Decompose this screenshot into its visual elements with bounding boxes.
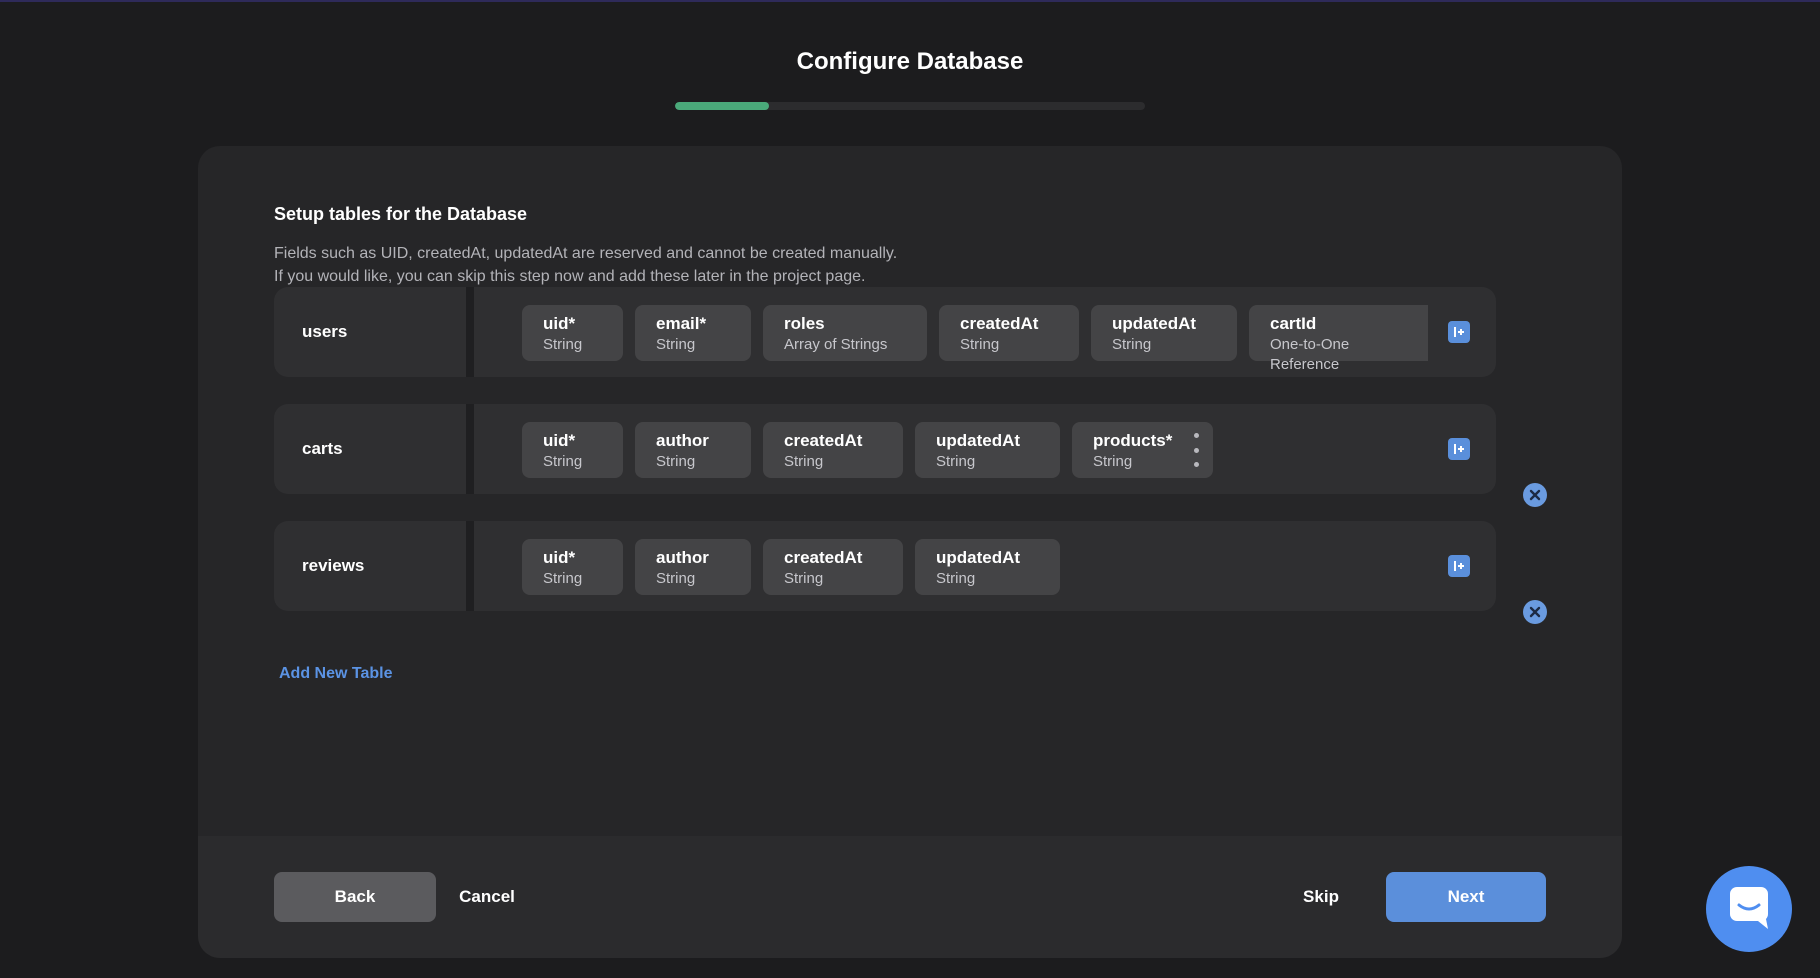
field-type: String (784, 570, 824, 587)
field-name: createdAt (960, 314, 1039, 333)
wizard-footer: Back Cancel Skip Next (198, 836, 1622, 958)
add-table-link[interactable]: Add New Table (279, 665, 393, 683)
field-type: String (936, 570, 976, 587)
field-name: cartId (1270, 314, 1317, 333)
field-chip[interactable]: updatedAt String (1091, 305, 1237, 361)
field-type: String (543, 453, 583, 470)
progress-bar (675, 102, 1145, 110)
field-chip[interactable]: updatedAt String (915, 539, 1060, 595)
field-name: uid* (543, 314, 576, 333)
description-line: If you would like, you can skip this ste… (274, 268, 866, 285)
add-column-icon[interactable] (1448, 321, 1470, 343)
field-name: createdAt (784, 431, 863, 450)
field-type: String (1112, 336, 1152, 353)
field-name: author (656, 548, 709, 567)
field-type: String (543, 336, 583, 353)
page-title: Configure Database (796, 48, 1024, 75)
section-title: Setup tables for the Database (274, 204, 528, 224)
field-name: roles (784, 314, 825, 333)
close-circle-icon[interactable] (1523, 600, 1547, 624)
field-chip[interactable]: uid* String (522, 305, 623, 361)
field-name: uid* (543, 548, 576, 567)
table-name[interactable]: carts (274, 404, 474, 494)
add-column-icon[interactable] (1448, 438, 1470, 460)
field-chip[interactable]: createdAt String (763, 539, 903, 595)
close-circle-icon[interactable] (1523, 483, 1547, 507)
field-chip[interactable]: products* String (1072, 422, 1213, 478)
field-chip[interactable]: updatedAt String (915, 422, 1060, 478)
setup-card: Setup tables for the Database Fields suc… (198, 146, 1622, 958)
field-type: String (936, 453, 976, 470)
field-chip[interactable]: uid* String (522, 422, 623, 478)
more-vertical-icon[interactable] (1193, 433, 1199, 467)
field-list: uid* String author String createdAt Stri… (522, 422, 1213, 478)
field-type: String (960, 336, 1000, 353)
field-type: String (656, 336, 696, 353)
add-column-icon[interactable] (1448, 555, 1470, 577)
chat-launcher-button[interactable] (1706, 866, 1792, 952)
field-chip[interactable]: author String (635, 422, 751, 478)
field-type: Array of Strings (784, 336, 888, 353)
field-name: updatedAt (936, 431, 1021, 450)
field-chip[interactable]: uid* String (522, 539, 623, 595)
section-description: Fields such as UID, createdAt, updatedAt… (274, 242, 897, 288)
field-chip[interactable]: author String (635, 539, 751, 595)
field-chip[interactable]: email* String (635, 305, 751, 361)
description-line: Fields such as UID, createdAt, updatedAt… (274, 245, 898, 262)
field-name: updatedAt (1112, 314, 1197, 333)
window-top-edge (0, 0, 1820, 2)
table-name[interactable]: reviews (274, 521, 474, 611)
table-row-users: users uid* String email* String roles Ar… (274, 287, 1496, 377)
next-button[interactable]: Next (1386, 872, 1546, 922)
field-type: String (543, 570, 583, 587)
field-chip[interactable]: roles Array of Strings (763, 305, 927, 361)
field-chip[interactable]: createdAt String (939, 305, 1079, 361)
table-row-carts: carts uid* String author String createdA… (274, 404, 1496, 494)
table-row-reviews: reviews uid* String author String create… (274, 521, 1496, 611)
skip-button[interactable]: Skip (1286, 872, 1356, 922)
back-button[interactable]: Back (274, 872, 436, 922)
chat-bubble-icon (1728, 885, 1770, 934)
table-name[interactable]: users (274, 287, 474, 377)
field-name: email* (656, 314, 707, 333)
progress-fill (675, 102, 769, 110)
field-name: updatedAt (936, 548, 1021, 567)
field-type: One-to-One Reference (1270, 336, 1350, 373)
field-list: uid* String author String createdAt Stri… (522, 539, 1060, 595)
field-type: String (784, 453, 824, 470)
field-type: String (1093, 453, 1133, 470)
field-type: String (656, 453, 696, 470)
field-name: author (656, 431, 709, 450)
field-chip[interactable]: cartId One-to-One Reference (1249, 305, 1428, 373)
field-chip[interactable]: createdAt String (763, 422, 903, 478)
field-type: String (656, 570, 696, 587)
field-name: uid* (543, 431, 576, 450)
field-name: createdAt (784, 548, 863, 567)
field-list: uid* String email* String roles Array of… (522, 305, 1428, 373)
cancel-button[interactable]: Cancel (442, 872, 532, 922)
field-name: products* (1093, 431, 1173, 450)
